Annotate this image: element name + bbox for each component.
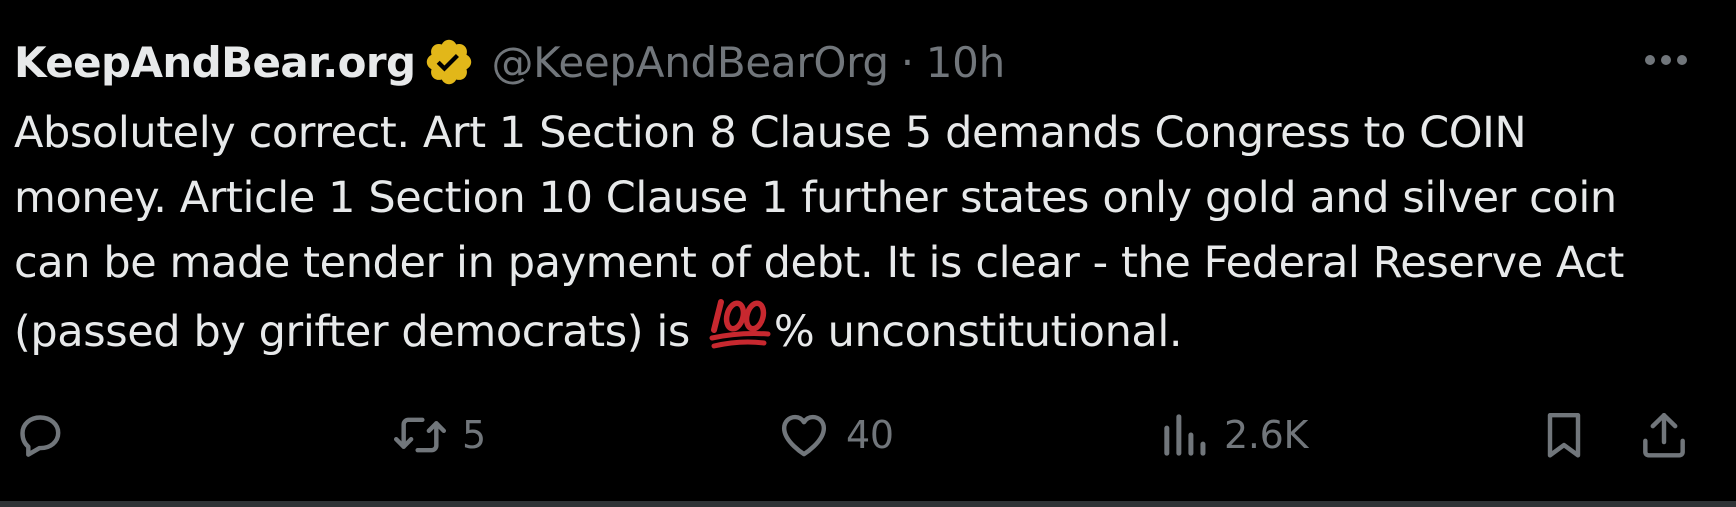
separator-dot: · [900,37,914,87]
hundred-points-emoji [708,296,772,352]
divider [0,501,1736,507]
tweet-text-segment: % unconstitutional. [773,307,1183,357]
reply-icon [12,407,68,463]
more-options-icon[interactable] [1636,36,1696,84]
heart-icon [776,407,832,463]
like-button[interactable]: 40 [776,400,894,470]
share-icon [1636,407,1692,463]
tweet-header: KeepAndBear.org @KeepAndBearOrg · 10h [14,34,1005,90]
like-count: 40 [846,413,894,457]
tweet-text: Absolutely correct. Art 1 Section 8 Clau… [14,101,1714,361]
retweet-button[interactable]: 5 [392,400,486,470]
reply-button[interactable] [12,400,68,470]
share-button[interactable] [1636,400,1692,470]
retweet-count: 5 [462,413,486,457]
views-button[interactable]: 2.6K [1160,400,1308,470]
tweet-text-segment: (passed by grifter democrats) is [14,307,690,357]
views-count: 2.6K [1224,413,1309,457]
tweet-text-line: Absolutely correct. Art 1 Section 8 Clau… [14,108,1527,158]
tweet[interactable]: KeepAndBear.org @KeepAndBearOrg · 10h Ab… [0,0,1736,507]
tweet-text-line: can be made tender in payment of debt. I… [14,238,1624,288]
retweet-icon [392,407,448,463]
tweet-timestamp[interactable]: 10h [926,38,1005,87]
gold-verified-badge-icon[interactable] [423,36,475,88]
tweet-text-last-line: (passed by grifter democrats) is % uncon… [14,296,1714,361]
author-handle[interactable]: @KeepAndBearOrg [491,38,889,87]
views-chart-icon [1160,407,1210,463]
bookmark-button[interactable] [1536,400,1592,470]
bookmark-icon [1536,407,1592,463]
tweet-text-line: money. Article 1 Section 10 Clause 1 fur… [14,173,1617,223]
tweet-action-bar: 5 40 2.6K [0,400,1736,470]
author-display-name[interactable]: KeepAndBear.org [14,38,416,87]
